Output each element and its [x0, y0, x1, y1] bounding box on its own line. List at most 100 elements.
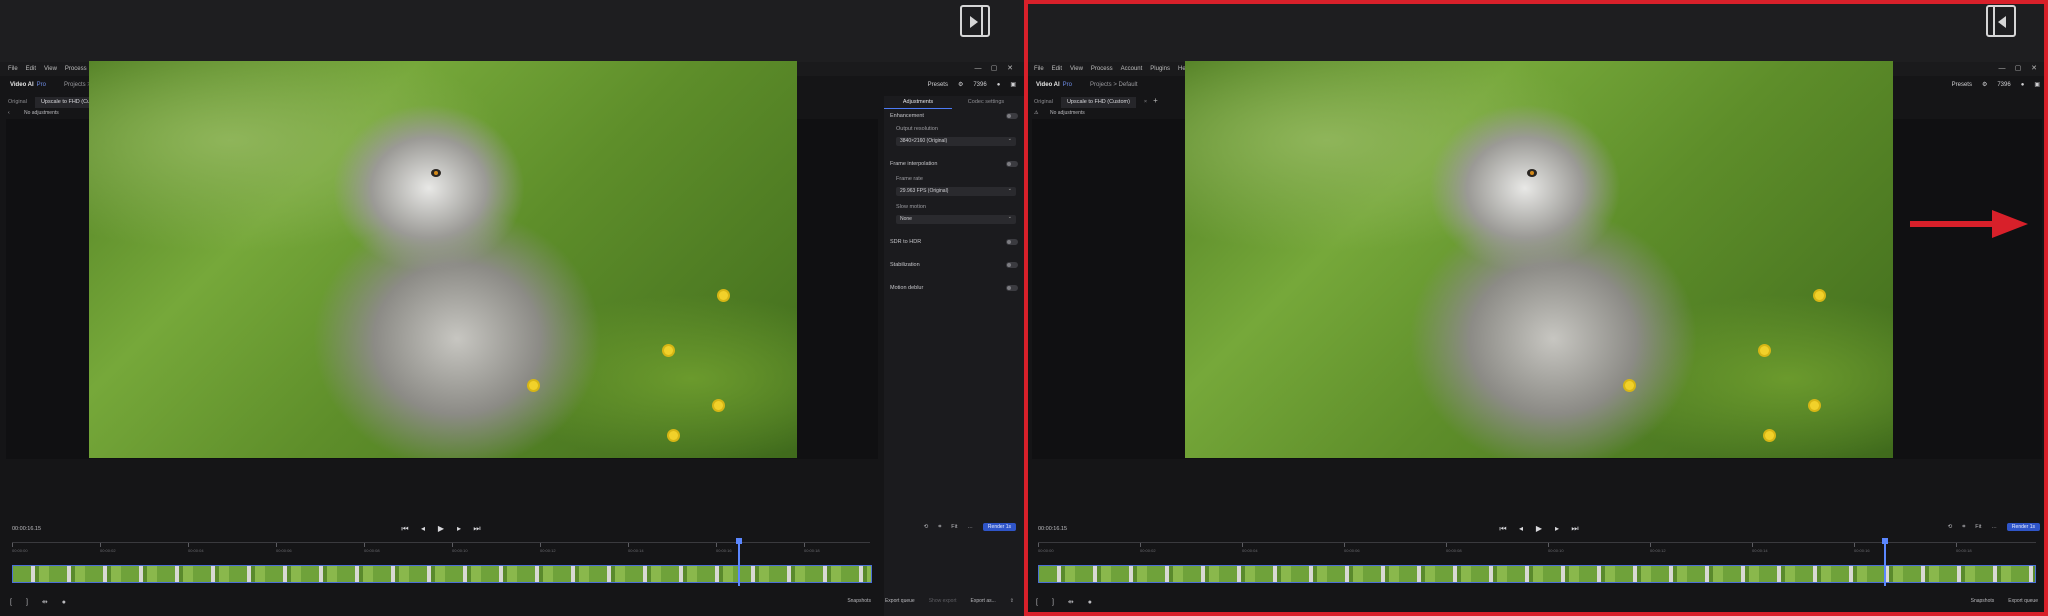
- back-icon[interactable]: ‹: [8, 107, 10, 119]
- bottom-bar: [] ⇹ ● Snapshots Export queue: [1026, 598, 2048, 610]
- stabilization-row[interactable]: Stabilization: [890, 260, 1018, 270]
- motion-deblur-row[interactable]: Motion deblur: [890, 283, 1018, 293]
- close-tab-icon[interactable]: ×: [1144, 97, 1147, 108]
- render-button[interactable]: Render 1s: [982, 523, 1016, 531]
- render-button[interactable]: Render 1s: [2006, 523, 2040, 531]
- no-adjustments-label: No adjustments: [1050, 110, 1085, 116]
- prev-frame-icon[interactable]: ◂: [414, 524, 432, 533]
- breadcrumb-current: Default: [1118, 82, 1138, 88]
- slow-motion-select[interactable]: None: [896, 213, 1016, 224]
- tab-adjustments[interactable]: Adjustments: [884, 96, 952, 109]
- presets-button[interactable]: Presets: [928, 82, 948, 88]
- flower: [529, 381, 538, 390]
- share-icon[interactable]: ⇪: [1010, 598, 1014, 604]
- fit-select[interactable]: Fit: [1975, 524, 1981, 530]
- maximize-icon[interactable]: ▢: [986, 62, 1002, 76]
- flower: [719, 291, 728, 300]
- add-tab-icon[interactable]: +: [1153, 96, 1158, 105]
- motion-deblur-toggle[interactable]: [1006, 285, 1018, 291]
- sync-icon[interactable]: ⟲: [924, 524, 929, 530]
- timeline-filmstrip[interactable]: [1038, 565, 2036, 583]
- zoom-slider[interactable]: ●: [1088, 599, 1092, 606]
- flower: [1765, 431, 1774, 440]
- flower: [669, 431, 678, 440]
- avatar[interactable]: ●: [2021, 82, 2025, 88]
- snapshots-button[interactable]: Snapshots: [847, 598, 871, 604]
- gear-icon[interactable]: ⚙: [1982, 82, 1987, 88]
- skip-start-icon[interactable]: ⏮: [1494, 524, 1512, 534]
- menu-file[interactable]: File: [1034, 62, 1044, 76]
- tab-codec-settings[interactable]: Codec settings: [952, 96, 1020, 108]
- play-icon[interactable]: ▶: [1530, 524, 1548, 533]
- export-queue-button[interactable]: Export queue: [2008, 598, 2038, 604]
- flower: [1625, 381, 1634, 390]
- play-icon[interactable]: ▶: [432, 524, 450, 533]
- playhead[interactable]: [1882, 538, 1888, 586]
- next-frame-icon[interactable]: ▸: [450, 524, 468, 533]
- flower: [714, 401, 723, 410]
- panel-toggle-icon[interactable]: ▣: [2034, 82, 2040, 88]
- menu-edit[interactable]: Edit: [1052, 62, 1062, 76]
- playhead[interactable]: [736, 538, 742, 586]
- skip-end-icon[interactable]: ⏭: [1566, 524, 1584, 534]
- credits-count: 7396: [973, 82, 987, 88]
- close-icon[interactable]: ✕: [2026, 62, 2042, 76]
- export-queue-button[interactable]: Export queue: [885, 598, 915, 604]
- more-icon[interactable]: …: [967, 524, 973, 530]
- output-resolution-label: Output resolution: [896, 126, 938, 132]
- frame-interpolation-toggle[interactable]: [1006, 161, 1018, 167]
- fit-select[interactable]: Fit: [951, 524, 957, 530]
- menu-process[interactable]: Process: [1091, 62, 1113, 76]
- menu-account[interactable]: Account: [1121, 62, 1143, 76]
- skip-start-icon[interactable]: ⏮: [396, 524, 414, 534]
- close-icon[interactable]: ✕: [1002, 62, 1018, 76]
- no-adjustments-label: No adjustments: [24, 110, 59, 116]
- timecode: 00:00:16.15: [12, 526, 42, 532]
- gear-icon[interactable]: ⚙: [958, 82, 963, 88]
- output-resolution-select[interactable]: 3840×2160 (Original): [896, 135, 1016, 146]
- panel-expand-icon: [960, 5, 990, 37]
- menu-view[interactable]: View: [44, 62, 57, 76]
- trim-icon[interactable]: ⇹: [1068, 599, 1074, 606]
- menu-edit[interactable]: Edit: [26, 62, 36, 76]
- trim-icon[interactable]: ⇹: [42, 599, 48, 606]
- timeline-filmstrip[interactable]: [12, 565, 872, 583]
- enhancement-row[interactable]: Enhancement: [890, 111, 1018, 121]
- snapshots-button[interactable]: Snapshots: [1971, 598, 1995, 604]
- mark-in-icon[interactable]: [: [1036, 599, 1038, 606]
- mark-out-icon[interactable]: ]: [1052, 599, 1054, 606]
- mark-out-icon[interactable]: ]: [26, 599, 28, 606]
- lemur-eye: [431, 169, 441, 177]
- mark-in-icon[interactable]: [: [10, 599, 12, 606]
- presets-button[interactable]: Presets: [1952, 82, 1972, 88]
- menu-process[interactable]: Process: [65, 62, 87, 76]
- prev-frame-icon[interactable]: ◂: [1512, 524, 1530, 533]
- sdr-to-hdr-toggle[interactable]: [1006, 239, 1018, 245]
- frame-interpolation-row[interactable]: Frame interpolation: [890, 159, 1018, 169]
- maximize-icon[interactable]: ▢: [2010, 62, 2026, 76]
- avatar[interactable]: ●: [997, 82, 1001, 88]
- more-icon[interactable]: …: [1991, 524, 1997, 530]
- next-frame-icon[interactable]: ▸: [1548, 524, 1566, 533]
- breadcrumb-projects[interactable]: Projects: [1090, 82, 1112, 88]
- crop-icon[interactable]: ⌗: [1962, 524, 1965, 530]
- stabilization-toggle[interactable]: [1006, 262, 1018, 268]
- menu-view[interactable]: View: [1070, 62, 1083, 76]
- menu-file[interactable]: File: [8, 62, 18, 76]
- minimize-icon[interactable]: —: [970, 62, 986, 76]
- export-as-button[interactable]: Export as...: [971, 598, 996, 604]
- zoom-slider[interactable]: ●: [62, 599, 66, 606]
- skip-end-icon[interactable]: ⏭: [468, 524, 486, 534]
- arrow-right-icon: [1910, 210, 2028, 238]
- sdr-to-hdr-row[interactable]: SDR to HDR: [890, 237, 1018, 247]
- enhancement-toggle[interactable]: [1006, 113, 1018, 119]
- show-export-button[interactable]: Show export: [929, 598, 957, 604]
- menu-plugins[interactable]: Plugins: [1150, 62, 1170, 76]
- app-brand: Video AI Pro: [10, 82, 47, 88]
- sync-icon[interactable]: ⟲: [1948, 524, 1953, 530]
- frame-rate-select[interactable]: 29.963 FPS (Original): [896, 185, 1016, 196]
- panel-toggle-icon[interactable]: ▣: [1010, 82, 1016, 88]
- breadcrumb-projects[interactable]: Projects: [64, 82, 86, 88]
- minimize-icon[interactable]: —: [1994, 62, 2010, 76]
- crop-icon[interactable]: ⌗: [938, 524, 941, 530]
